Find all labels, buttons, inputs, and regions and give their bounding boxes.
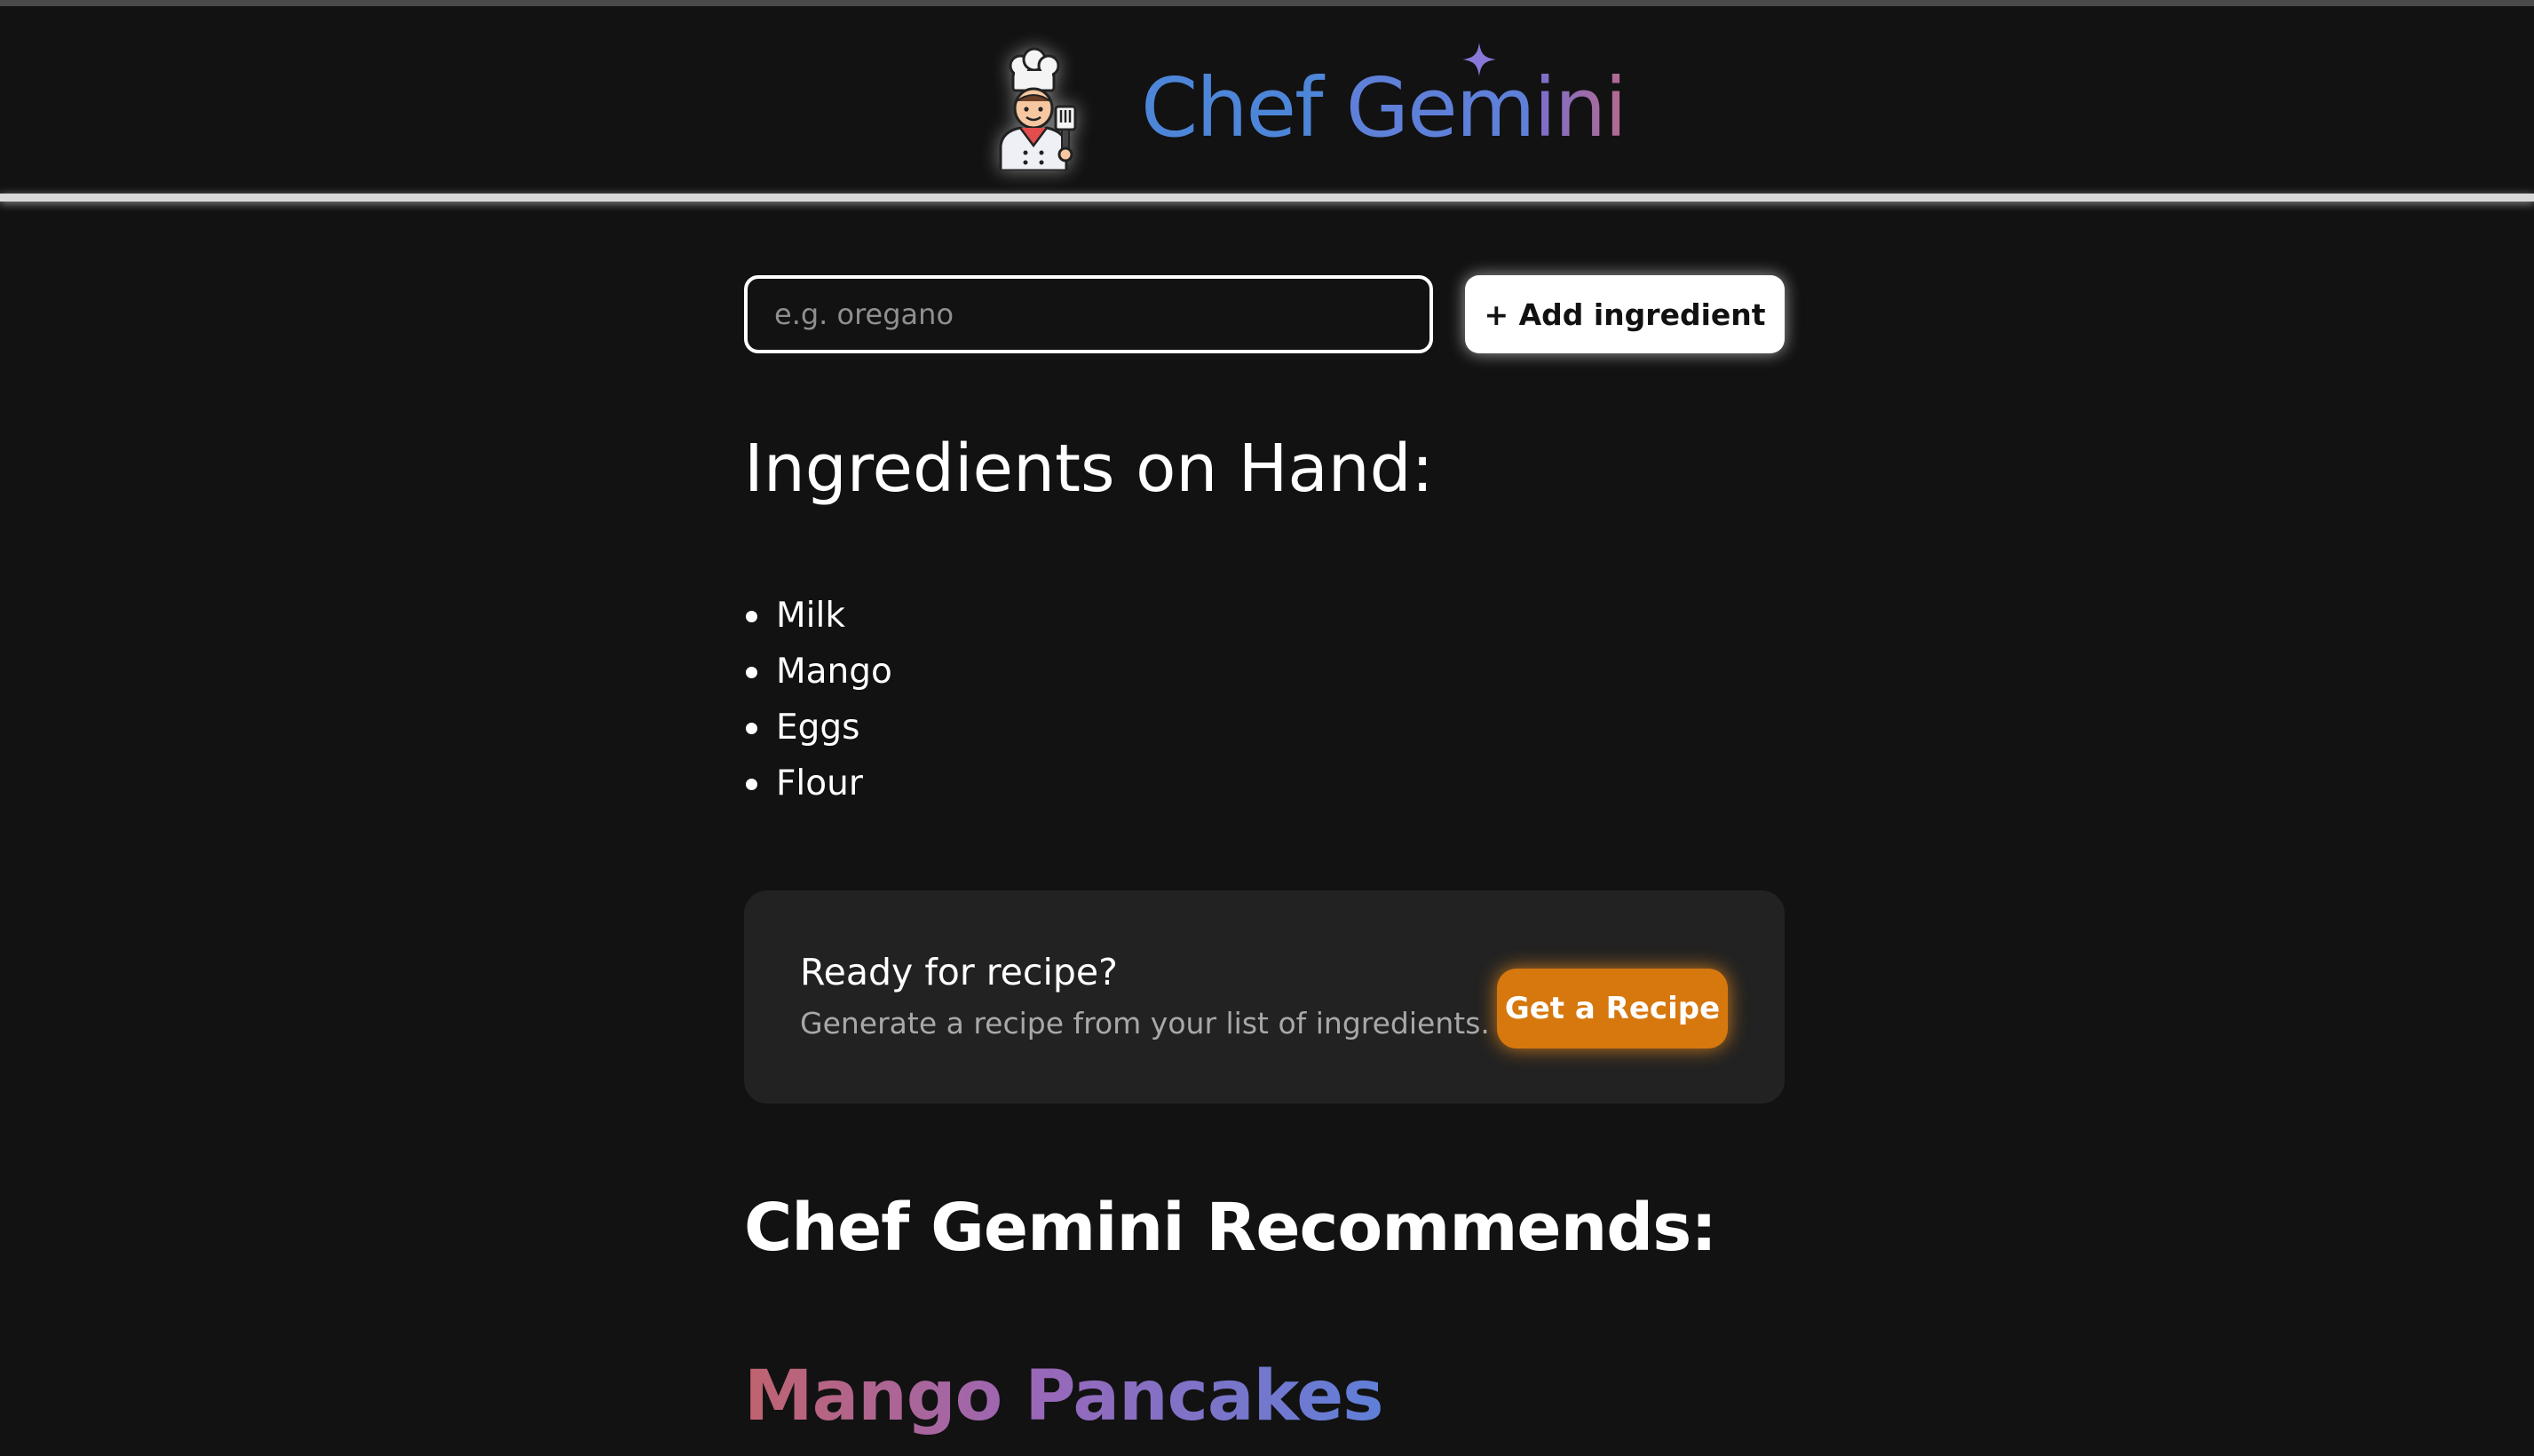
card-title: Ready for recipe? <box>800 951 1118 993</box>
recommendation-heading: Chef Gemini Recommends: <box>744 1190 1717 1266</box>
list-item: Mango <box>744 644 892 700</box>
get-recipe-button[interactable]: Get a Recipe <box>1497 969 1728 1048</box>
get-recipe-card: Ready for recipe? Generate a recipe from… <box>744 890 1785 1104</box>
list-item: Milk <box>744 588 892 644</box>
ingredient-input[interactable]: e.g. oregano <box>744 275 1433 353</box>
add-ingredient-form: e.g. oregano + Add ingredient <box>744 275 1785 353</box>
header-divider <box>0 194 2534 202</box>
ingredient-input-placeholder: e.g. oregano <box>774 297 954 331</box>
app-title: Chef Gemini <box>1141 43 1627 149</box>
recipe-title: Mango Pancakes <box>744 1357 1384 1436</box>
list-item: Flour <box>744 756 892 811</box>
brand: Chef Gemini <box>981 42 1627 175</box>
sparkle-icon <box>1462 43 1496 76</box>
app-title-gem: Gem <box>1345 60 1536 155</box>
app-header: Chef Gemini <box>0 6 2534 194</box>
list-item: Eggs <box>744 700 892 756</box>
ingredients-list: Milk Mango Eggs Flour <box>744 588 892 811</box>
chef-icon <box>999 47 1077 170</box>
app-title-chef: Chef <box>1141 60 1324 155</box>
window-top-strip <box>0 0 2534 6</box>
app-title-ini: ini <box>1533 60 1627 155</box>
ingredients-heading: Ingredients on Hand: <box>744 431 1434 507</box>
add-ingredient-button[interactable]: + Add ingredient <box>1465 275 1785 353</box>
card-subtitle: Generate a recipe from your list of ingr… <box>800 1006 1490 1041</box>
